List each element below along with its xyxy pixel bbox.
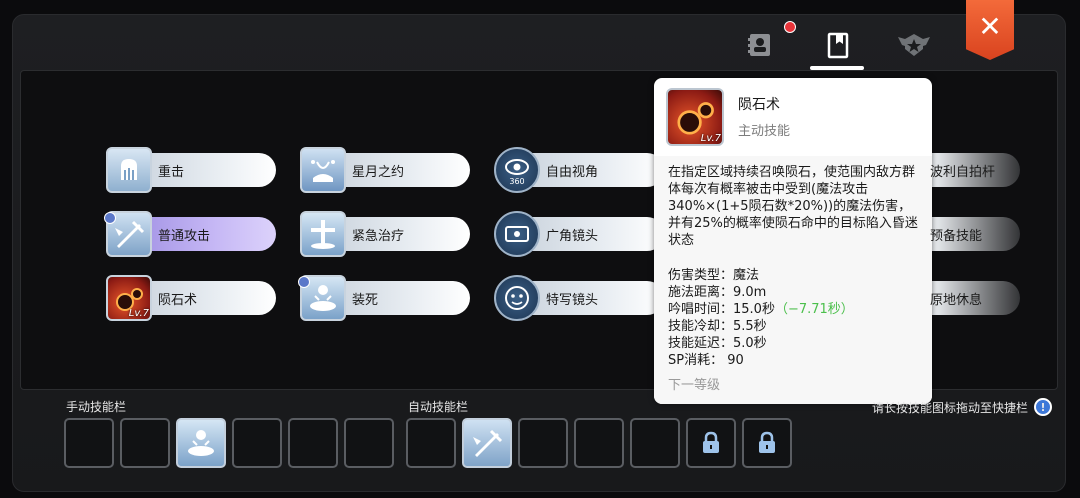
skill-label: 紧急治疗 <box>352 228 405 244</box>
meteor-icon: Lv.7 <box>106 275 152 321</box>
meteor-icon: Lv.7 <box>666 88 724 146</box>
skill-label: 广角镜头 <box>546 228 599 244</box>
skill-label: 重击 <box>158 164 185 180</box>
lock-icon <box>703 431 719 453</box>
notification-dot <box>784 21 796 33</box>
auto-slot-5[interactable] <box>630 418 680 468</box>
free-view-icon: 360 <box>494 147 540 193</box>
stat-cast-time: 吟唱时间：15.0秒（−7.71秒） <box>668 302 854 317</box>
tooltip-skill-name: 陨石术 <box>738 97 780 113</box>
drag-hint-text: 请长按技能图标拖动至快捷栏 <box>872 400 1029 415</box>
skill-item-close-up[interactable]: 特写镜头 <box>494 275 664 321</box>
tab-skills[interactable] <box>810 22 866 68</box>
stat-damage-type: 伤害类型：魔法 <box>668 268 760 283</box>
tab-emblem[interactable] <box>886 22 942 68</box>
auto-slot-4[interactable] <box>574 418 624 468</box>
contact-book-icon <box>748 34 770 56</box>
stat-delay: 技能延迟：5.0秒 <box>668 336 767 351</box>
skill-item-wide-angle[interactable]: 广角镜头 <box>494 211 664 257</box>
manual-skill-bar-label: 手动技能栏 <box>66 400 127 414</box>
drag-hint: 请长按技能图标拖动至快捷栏 ! <box>872 398 1053 416</box>
skill-item-heavy-strike[interactable]: 重击 <box>106 147 276 193</box>
info-badge <box>104 212 116 224</box>
auto-slot-7-locked[interactable] <box>742 418 792 468</box>
auto-slot-1[interactable] <box>406 418 456 468</box>
tab-contacts[interactable] <box>732 22 788 68</box>
skill-level: Lv.7 <box>128 308 149 319</box>
play-dead-icon <box>188 430 214 456</box>
skill-item-star-moon-pact[interactable]: 星月之约 <box>300 147 470 193</box>
lock-icon <box>759 431 775 453</box>
tooltip-header: Lv.7 陨石术 主动技能 <box>654 78 932 156</box>
normal-attack-icon <box>473 429 503 457</box>
skill-label: 波利自拍杆 <box>930 164 996 180</box>
skill-item-free-view[interactable]: 360 自由视角 <box>494 147 664 193</box>
skill-label: 原地休息 <box>930 292 983 308</box>
skill-label: 星月之约 <box>352 164 405 180</box>
close-icon: ✕ <box>978 9 1002 43</box>
heavy-strike-icon <box>106 147 152 193</box>
emergency-heal-icon <box>300 211 346 257</box>
manual-slot-1[interactable] <box>64 418 114 468</box>
skill-item-normal-attack[interactable]: 普通攻击 <box>104 211 276 257</box>
stat-cooldown: 技能冷却：5.5秒 <box>668 319 767 334</box>
cast-time-reduction: （−7.71秒） <box>774 302 854 317</box>
free-view-badge: 360 <box>509 177 524 186</box>
wide-angle-icon <box>494 211 540 257</box>
skill-item-emergency-heal[interactable]: 紧急治疗 <box>300 211 470 257</box>
manual-slot-3[interactable] <box>176 418 226 468</box>
auto-slot-6-locked[interactable] <box>686 418 736 468</box>
manual-slot-4[interactable] <box>232 418 282 468</box>
skill-label: 自由视角 <box>546 164 599 180</box>
auto-skill-bar-label: 自动技能栏 <box>408 400 469 414</box>
close-button[interactable]: ✕ <box>966 0 1014 60</box>
stat-cast-range: 施法距离：9.0m <box>668 285 767 300</box>
close-up-icon <box>494 275 540 321</box>
info-icon[interactable]: ! <box>1034 398 1053 416</box>
tooltip-skill-type: 主动技能 <box>738 124 791 139</box>
manual-slot-5[interactable] <box>288 418 338 468</box>
tooltip-level: Lv.7 <box>700 133 721 144</box>
skill-label: 普通攻击 <box>158 228 211 244</box>
manual-slot-6[interactable] <box>344 418 394 468</box>
skill-label: 陨石术 <box>158 292 198 308</box>
tooltip-body[interactable]: 在指定区域持续召唤陨石，使范围内敌方群体每次有概率被击中受到(魔法攻击340%×… <box>654 156 932 404</box>
tooltip-description: 在指定区域持续召唤陨石，使范围内敌方群体每次有概率被击中受到(魔法攻击340%×… <box>668 165 918 248</box>
stat-sp-cost: SP消耗： 90 <box>668 353 744 368</box>
auto-slot-2[interactable] <box>462 418 512 468</box>
auto-slot-3[interactable] <box>518 418 568 468</box>
emblem-icon <box>898 34 930 56</box>
skill-item-meteor[interactable]: Lv.7 陨石术 <box>106 275 276 321</box>
skill-book-icon <box>827 32 849 59</box>
skill-label: 特写镜头 <box>546 292 599 308</box>
manual-slot-2[interactable] <box>120 418 170 468</box>
skill-label: 预备技能 <box>930 228 983 244</box>
skill-item-play-dead[interactable]: 装死 <box>298 275 470 321</box>
star-moon-pact-icon <box>300 147 346 193</box>
tooltip-next-level: 下一等级 <box>668 378 721 393</box>
skill-label: 装死 <box>352 292 379 308</box>
skill-tooltip: Lv.7 陨石术 主动技能 在指定区域持续召唤陨石，使范围内敌方群体每次有概率被… <box>654 78 932 404</box>
info-badge <box>298 276 310 288</box>
